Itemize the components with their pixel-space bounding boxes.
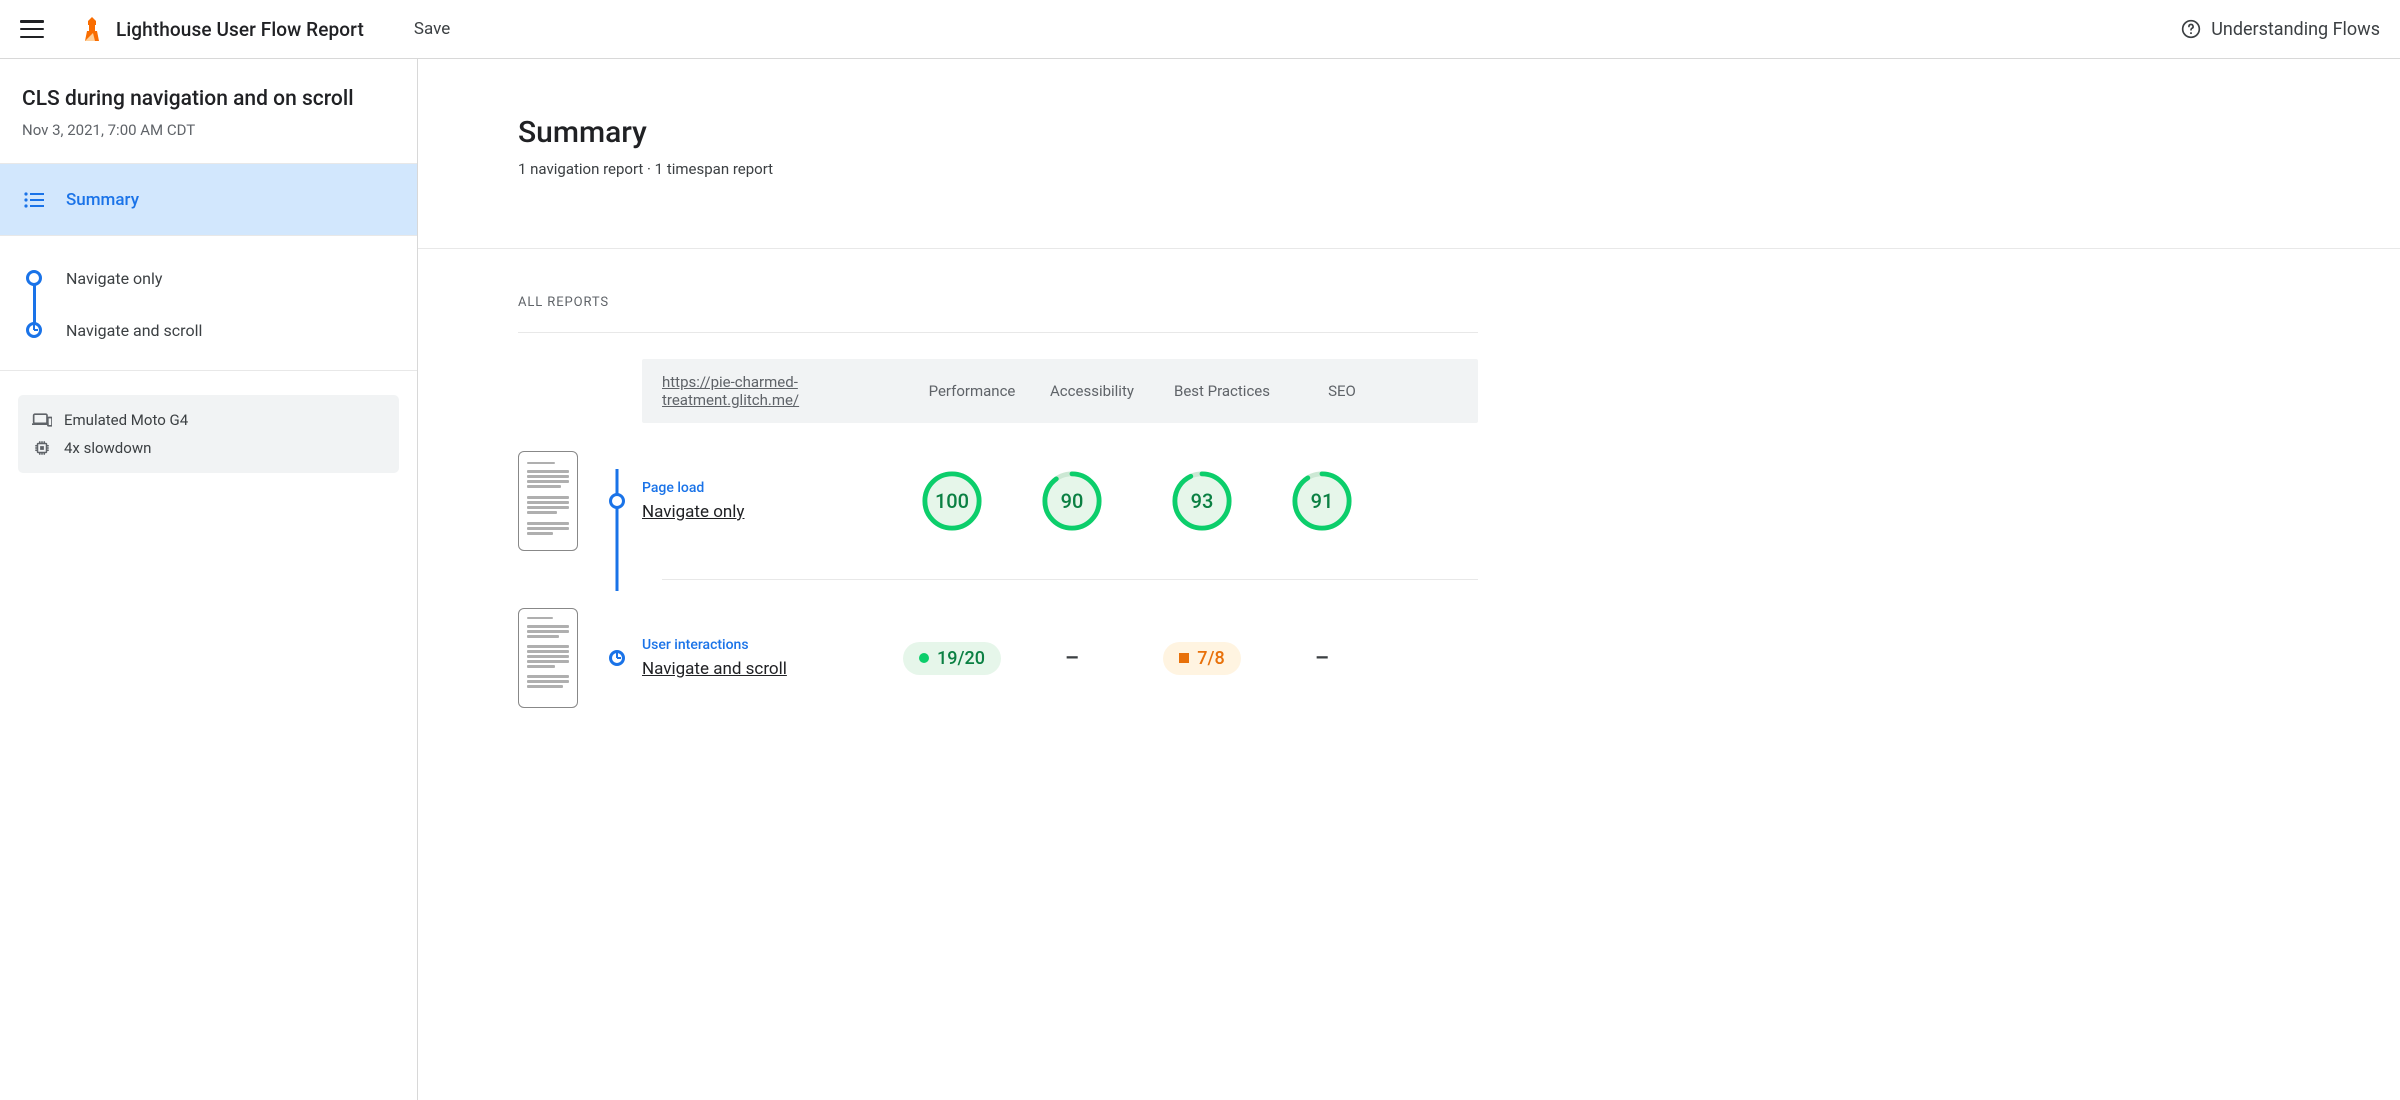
env-throttle-label: 4x slowdown [64,439,151,457]
summary-label: Summary [66,190,139,210]
flow-date: Nov 3, 2021, 7:00 AM CDT [22,121,395,139]
report-row-navigate-only: Page load Navigate only 100 90 93 91 [518,423,1478,579]
help-label: Understanding Flows [2211,19,2380,40]
main-content: Summary 1 navigation report · 1 timespan… [418,59,2400,1100]
reports-divider [518,332,1478,333]
sidebar-steps: Navigate only Navigate and scroll [0,236,417,371]
score-best-practices[interactable]: 7/8 [1132,642,1272,675]
score-accessibility[interactable]: 90 [1012,470,1132,532]
score-best-practices[interactable]: 93 [1132,470,1272,532]
timespan-marker-icon [22,322,46,338]
summary-list-icon [22,192,46,208]
device-icon [32,412,52,428]
col-best-practices: Best Practices [1152,382,1292,400]
screenshot-thumbnail [518,451,592,551]
env-device: Emulated Moto G4 [32,411,385,429]
warn-square-icon [1179,653,1189,663]
report-kind: Page load [642,480,892,496]
score-performance[interactable]: 19/20 [892,642,1012,675]
menu-icon[interactable] [20,17,44,41]
all-reports-label: ALL REPORTS [518,295,1478,310]
pass-dot-icon [919,653,929,663]
cpu-icon [32,439,52,457]
lighthouse-logo-icon [82,17,102,41]
env-device-label: Emulated Moto G4 [64,411,188,429]
score-seo[interactable]: 91 [1272,470,1372,532]
sidebar-item-summary[interactable]: Summary [0,164,417,236]
report-name-link[interactable]: Navigate and scroll [642,659,892,679]
summary-subtitle: 1 navigation report · 1 timespan report [518,160,1478,178]
score-seo-na: – [1272,646,1372,671]
summary-heading: Summary [518,115,1478,150]
step-label: Navigate only [66,269,162,288]
flow-name: CLS during navigation and on scroll [22,87,395,111]
sidebar-step-navigate-and-scroll[interactable]: Navigate and scroll [22,312,395,348]
report-name-link[interactable]: Navigate only [642,502,892,522]
topbar: Lighthouse User Flow Report Save Underst… [0,0,2400,59]
report-row-navigate-and-scroll: User interactions Navigate and scroll 19… [518,580,1478,736]
col-seo: SEO [1292,382,1392,400]
col-accessibility: Accessibility [1032,382,1152,400]
navigation-marker-icon [22,270,46,286]
sidebar: CLS during navigation and on scroll Nov … [0,59,418,1100]
step-label: Navigate and scroll [66,321,202,340]
help-icon [2181,19,2201,39]
summary-heading-block: Summary 1 navigation report · 1 timespan… [518,115,1478,178]
app-title: Lighthouse User Flow Report [116,18,364,41]
reports-table-header: https://pie-charmed-treatment.glitch.me/… [642,359,1478,423]
score-accessibility-na: – [1012,646,1132,671]
navigation-marker-icon [609,493,625,509]
report-kind: User interactions [642,637,892,653]
screenshot-thumbnail [518,608,592,708]
help-link[interactable]: Understanding Flows [2181,19,2380,40]
save-button[interactable]: Save [414,19,450,39]
env-throttle: 4x slowdown [32,439,385,457]
sidebar-header: CLS during navigation and on scroll Nov … [0,59,417,164]
row-connector-line [616,469,619,591]
sidebar-step-navigate-only[interactable]: Navigate only [22,260,395,296]
report-url[interactable]: https://pie-charmed-treatment.glitch.me/ [662,373,912,409]
environment-box: Emulated Moto G4 4x slowdown [18,395,399,473]
col-performance: Performance [912,382,1032,400]
score-performance[interactable]: 100 [892,470,1012,532]
timespan-marker-icon [609,650,625,666]
